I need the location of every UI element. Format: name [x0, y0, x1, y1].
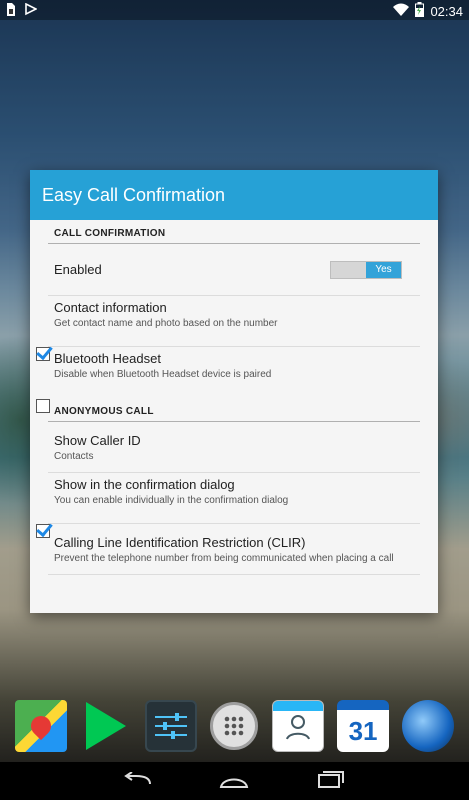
- pref-title: Show in the confirmation dialog: [54, 476, 235, 492]
- wifi-icon: [393, 3, 410, 19]
- pref-clir[interactable]: Calling Line Identification Restriction …: [48, 524, 420, 575]
- enabled-toggle[interactable]: Yes: [330, 260, 402, 279]
- pref-summary: Contacts: [54, 450, 94, 462]
- play-store-icon[interactable]: [80, 700, 132, 752]
- status-time: 02:34: [430, 3, 463, 19]
- toggle-off-side: [331, 261, 366, 278]
- pref-show-caller-id[interactable]: Show Caller ID Contacts: [48, 422, 420, 473]
- calendar-day: 31: [348, 715, 378, 746]
- back-icon[interactable]: [118, 768, 158, 794]
- calendar-icon[interactable]: 31: [337, 700, 390, 752]
- pref-title: Calling Line Identification Restriction …: [54, 534, 306, 550]
- pref-summary: Prevent the telephone number from being …: [54, 552, 394, 564]
- pref-title: Bluetooth Headset: [54, 351, 161, 366]
- pref-title: Contact information: [54, 299, 167, 315]
- bluetooth-headset-checkbox[interactable]: [36, 398, 50, 413]
- home-icon[interactable]: [214, 768, 254, 794]
- pref-bluetooth-headset[interactable]: Bluetooth Headset Disable when Bluetooth…: [36, 347, 420, 413]
- pref-contact-information[interactable]: Contact information Get contact name and…: [36, 296, 420, 361]
- settings-dialog: Easy Call Confirmation CALL CONFIRMATION…: [30, 170, 438, 613]
- pref-title: Show Caller ID: [54, 432, 141, 448]
- recents-icon[interactable]: [311, 768, 351, 794]
- section-header-call-confirmation: CALL CONFIRMATION: [48, 220, 420, 244]
- app-launcher-icon[interactable]: [210, 702, 259, 750]
- navigation-bar: [0, 762, 469, 800]
- maps-icon[interactable]: [14, 700, 67, 752]
- contacts-icon[interactable]: [271, 700, 324, 752]
- settings-sliders-icon[interactable]: [145, 700, 198, 752]
- download-icon: [25, 2, 38, 19]
- battery-charging-icon: [415, 2, 425, 20]
- dialog-title: Easy Call Confirmation: [30, 170, 438, 220]
- status-bar: 02:34: [0, 0, 469, 20]
- pref-summary: You can enable individually in the confi…: [54, 494, 289, 506]
- toggle-on-label: Yes: [366, 261, 401, 278]
- section-header-anonymous-call: ANONYMOUS CALL: [48, 398, 420, 422]
- sim-icon: [6, 3, 15, 19]
- home-dock: 31: [0, 692, 469, 760]
- pref-show-in-confirmation-dialog[interactable]: Show in the confirmation dialog You can …: [36, 473, 420, 538]
- globe-icon[interactable]: [402, 700, 455, 752]
- pref-summary: Get contact name and photo based on the …: [54, 317, 278, 329]
- pref-summary: Disable when Bluetooth Headset device is…: [54, 369, 272, 380]
- pref-enabled[interactable]: Enabled Yes: [48, 244, 420, 296]
